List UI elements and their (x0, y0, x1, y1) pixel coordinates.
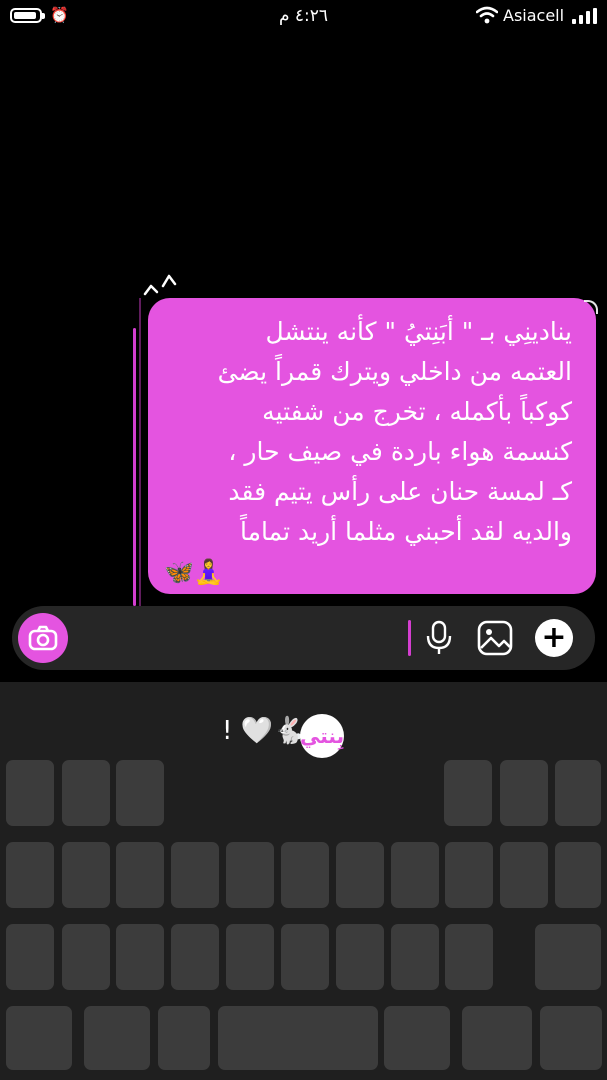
message-bubble[interactable]: ينادينِي بـ " أبَنِتيُ " كأنه ينتشل العت… (148, 298, 598, 594)
keyboard-key[interactable] (84, 1006, 150, 1070)
keyboard-key[interactable] (336, 842, 384, 908)
keyboard-key[interactable] (281, 842, 329, 908)
carrier-name: Asiacell (503, 6, 565, 25)
accent-squiggle-icon (143, 274, 177, 296)
text-cursor (408, 620, 411, 656)
keyboard-key[interactable] (62, 842, 110, 908)
predictive-bar: ! 🤍🐇 بِنتي (0, 682, 607, 758)
keyboard-key[interactable] (158, 1006, 210, 1070)
keyboard-key[interactable] (336, 924, 384, 990)
keyboard-key[interactable] (500, 842, 548, 908)
keyboard-key[interactable] (6, 842, 54, 908)
message-line: ينادينِي بـ " أبَنِتيُ " كأنه ينتشل (265, 317, 572, 346)
message-line: كوكباً بأكمله ، تخرج من شفتيه (262, 397, 572, 426)
keyboard-key[interactable] (391, 842, 439, 908)
predictive-suggestion[interactable]: ! 🤍🐇 (222, 716, 305, 746)
keyboard-key[interactable] (6, 1006, 72, 1070)
gallery-icon[interactable] (477, 620, 513, 656)
keyboard-key[interactable] (391, 924, 439, 990)
keyboard-key[interactable] (444, 760, 492, 826)
camera-icon (28, 625, 58, 651)
keyboard-key[interactable] (116, 924, 164, 990)
message-line: والديه لقد أحبني مثلما أريد تماماً (240, 517, 572, 546)
keyboard-key[interactable] (500, 760, 548, 826)
camera-button[interactable] (18, 613, 68, 663)
keyboard-key[interactable] (540, 1006, 602, 1070)
keyboard-key[interactable] (218, 1006, 378, 1070)
keyboard-key[interactable] (62, 760, 110, 826)
keyboard-key[interactable] (6, 924, 54, 990)
reply-indicator (133, 328, 136, 606)
bubble-corner (584, 300, 598, 314)
keyboard-key[interactable] (171, 924, 219, 990)
microphone-icon[interactable] (424, 620, 454, 656)
message-composer[interactable]: + (12, 606, 595, 670)
keyboard-key[interactable] (171, 842, 219, 908)
status-bar: ⏰ ٤:٢٦ م Asiacell (0, 0, 607, 34)
keyboard-key[interactable] (226, 842, 274, 908)
message-line: العتمه من داخلي ويترك قمراً يضئ (217, 357, 572, 386)
keyboard-key[interactable] (116, 760, 164, 826)
signal-icon (572, 8, 598, 24)
message-line: كـ لمسة حنان على رأس يتيم فقد (228, 477, 572, 506)
keyboard-key[interactable] (281, 924, 329, 990)
keyboard-key[interactable] (462, 1006, 532, 1070)
keyboard-key[interactable] (226, 924, 274, 990)
sticker-suggestion[interactable]: بِنتي (300, 714, 344, 758)
keyboard-key[interactable] (62, 924, 110, 990)
keyboard-key[interactable] (555, 760, 601, 826)
keyboard: ! 🤍🐇 بِنتي (0, 682, 607, 1080)
message-line: كنسمة هواء باردة في صيف حار ، (228, 437, 572, 466)
message-emojis: 🦋🧘‍♀️ (164, 558, 224, 586)
keyboard-key[interactable] (384, 1006, 450, 1070)
keyboard-key[interactable] (445, 842, 493, 908)
keyboard-key[interactable] (535, 924, 601, 990)
keyboard-key[interactable] (445, 924, 493, 990)
keyboard-key[interactable] (116, 842, 164, 908)
wifi-icon (476, 6, 498, 24)
keyboard-key[interactable] (555, 842, 601, 908)
message-group: ينادينِي بـ " أبَنِتيُ " كأنه ينتشل العت… (133, 268, 603, 608)
reply-indicator-secondary (139, 298, 141, 606)
keyboard-key[interactable] (6, 760, 54, 826)
add-button[interactable]: + (535, 619, 573, 657)
